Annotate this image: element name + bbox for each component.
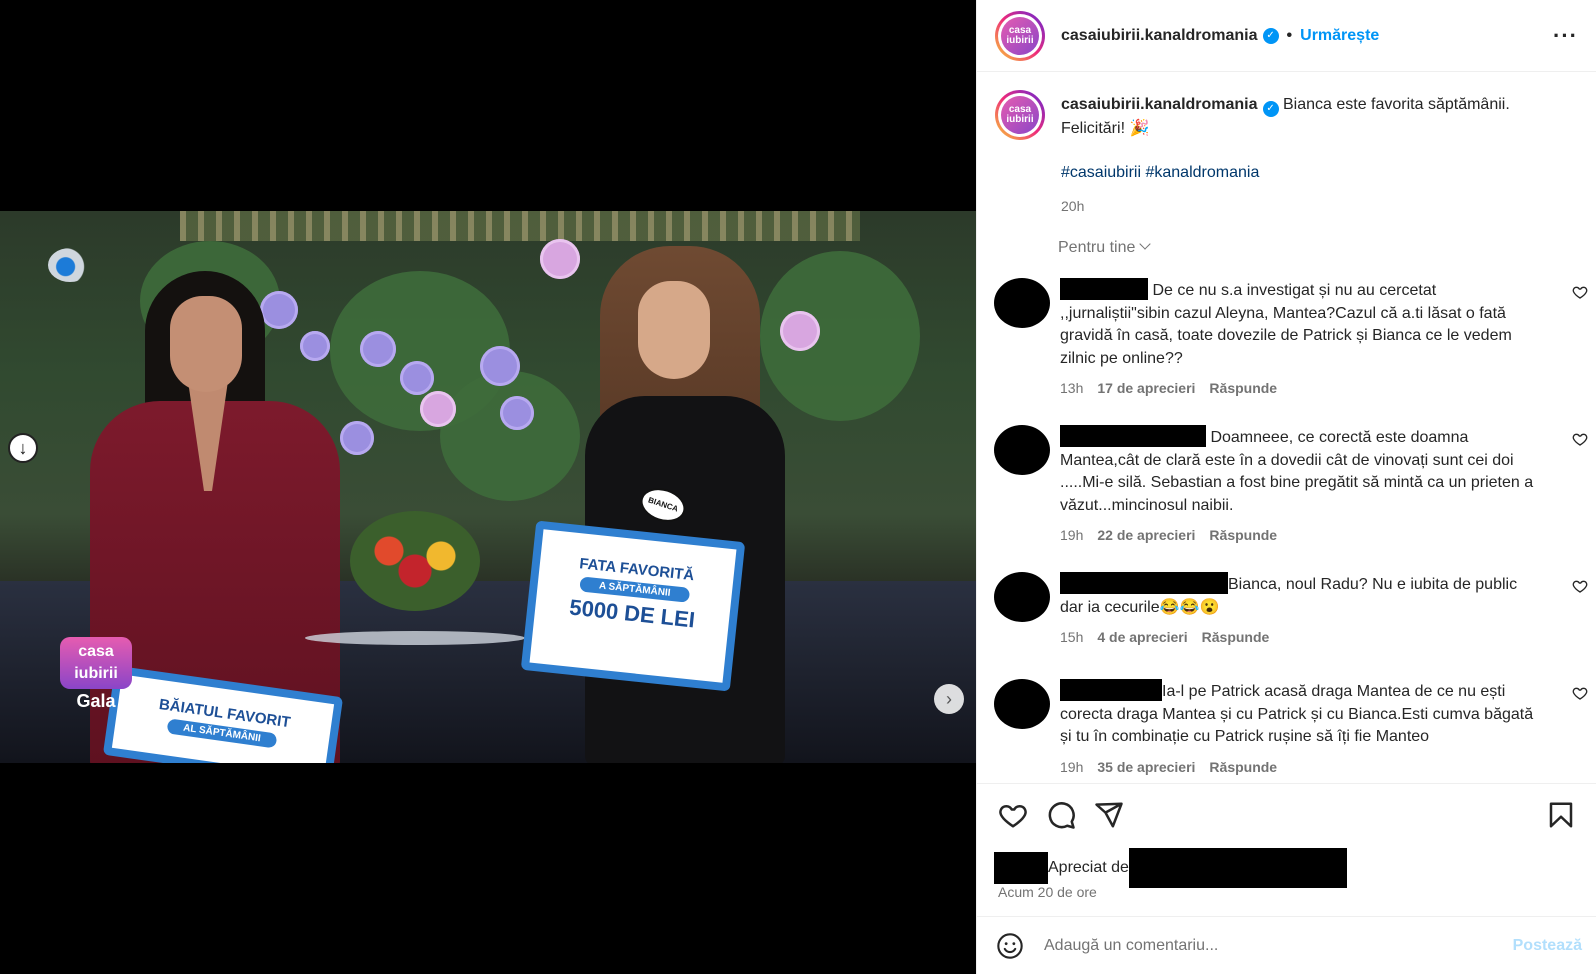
redacted-username xyxy=(1060,679,1162,701)
reply-button[interactable]: Răspunde xyxy=(1202,629,1270,645)
comment-likes[interactable]: 22 de aprecieri xyxy=(1097,527,1195,543)
redacted-avatar xyxy=(994,852,1048,884)
caption-hashtags[interactable]: #casaiubirii #kanaldromania xyxy=(1061,161,1585,184)
post-photo[interactable]: BIANCA FATA FAVORITĂ A SĂPTĂMÂNII 5000 D… xyxy=(0,211,976,763)
orchid xyxy=(420,391,456,427)
redacted-username xyxy=(1060,278,1148,300)
post-caption: casa iubirii casaiubirii.kanaldromania ✓ … xyxy=(995,90,1585,218)
account-username[interactable]: casaiubirii.kanaldromania xyxy=(1061,27,1258,45)
caption-avatar[interactable]: casa iubirii xyxy=(995,90,1045,140)
post-actions: Apreciat de Acum 20 de ore xyxy=(976,783,1596,903)
flower-bouquet xyxy=(350,511,480,611)
like-comment-icon[interactable] xyxy=(1572,578,1588,594)
stage-lights xyxy=(180,211,860,241)
comment-sort-dropdown[interactable]: Pentru tine xyxy=(1058,238,1152,257)
orchid xyxy=(500,396,534,430)
download-icon[interactable]: ↓ xyxy=(8,433,38,463)
comment-likes[interactable]: 4 de aprecieri xyxy=(1097,629,1187,645)
prize-sign-amount: 5000 DE LEI xyxy=(568,594,697,633)
caption-username[interactable]: casaiubirii.kanaldromania xyxy=(1061,96,1258,113)
reply-button[interactable]: Răspunde xyxy=(1209,527,1277,543)
verified-icon: ✓ xyxy=(1262,27,1279,44)
chevron-down-icon xyxy=(1139,238,1152,250)
comment-time[interactable]: 15h xyxy=(1060,629,1083,645)
comment-sort-label: Pentru tine xyxy=(1058,239,1136,256)
comment-time[interactable]: 19h xyxy=(1060,527,1083,543)
liked-by[interactable]: Apreciat de xyxy=(994,848,1347,888)
comment-avatar[interactable] xyxy=(994,572,1050,622)
post-comment-button[interactable]: Postează xyxy=(1513,937,1582,955)
orchid xyxy=(360,331,396,367)
comment-likes[interactable]: 35 de aprecieri xyxy=(1097,759,1195,775)
comment-avatar[interactable] xyxy=(994,278,1050,328)
like-comment-icon[interactable] xyxy=(1572,284,1588,300)
redacted-username xyxy=(1060,572,1228,594)
orchid xyxy=(400,361,434,395)
orchid xyxy=(340,421,374,455)
like-comment-icon[interactable] xyxy=(1572,431,1588,447)
post-header: casa iubirii casaiubirii.kanaldromania ✓… xyxy=(977,0,1596,72)
show-logo: casa iubirii Gala xyxy=(60,637,132,711)
account-avatar[interactable]: casa iubirii xyxy=(995,10,1045,61)
orchid xyxy=(480,346,520,386)
bookmark-icon[interactable] xyxy=(1546,800,1576,830)
share-icon[interactable] xyxy=(1094,800,1124,830)
post-media-area: BIANCA FATA FAVORITĂ A SĂPTĂMÂNII 5000 D… xyxy=(0,0,976,974)
emoji-icon[interactable] xyxy=(996,932,1024,960)
verified-icon: ✓ xyxy=(1262,101,1279,117)
add-comment-bar: Adaugă un comentariu... Postează xyxy=(976,916,1596,974)
post-age[interactable]: Acum 20 de ore xyxy=(998,884,1097,900)
glass-table xyxy=(305,631,525,645)
redacted-username xyxy=(1060,425,1206,447)
comment-item: Doamneee, ce corectă este doamna Mantea,… xyxy=(994,425,1594,543)
redacted-username xyxy=(1128,848,1347,888)
reply-button[interactable]: Răspunde xyxy=(1209,759,1277,775)
channel-logo-icon xyxy=(48,248,92,282)
post-timestamp[interactable]: 20h xyxy=(1061,195,1585,218)
like-comment-icon[interactable] xyxy=(1572,685,1588,701)
foliage xyxy=(440,371,580,501)
more-options-icon[interactable]: ··· xyxy=(1553,23,1578,49)
follow-button[interactable]: Urmărește xyxy=(1300,27,1379,45)
comment-icon[interactable] xyxy=(1046,800,1076,830)
reply-button[interactable]: Răspunde xyxy=(1209,380,1277,396)
comment-item: De ce nu s.a investigat și nu au cerceta… xyxy=(994,278,1594,396)
comment-time[interactable]: 13h xyxy=(1060,380,1083,396)
comment-item: Ia-l pe Patrick acasă draga Mantea de ce… xyxy=(994,679,1594,775)
comment-avatar[interactable] xyxy=(994,425,1050,475)
separator-dot: • xyxy=(1286,26,1293,44)
caption-text-2: Felicitări! 🎉 xyxy=(1061,120,1150,137)
comment-time[interactable]: 19h xyxy=(1060,759,1083,775)
heart-icon[interactable] xyxy=(998,800,1028,830)
comment-input[interactable]: Adaugă un comentariu... xyxy=(1044,937,1513,955)
caption-text: Bianca este favorita săptămânii. xyxy=(1282,96,1510,113)
liked-by-label: Apreciat de xyxy=(1048,859,1129,876)
next-slide-icon[interactable]: › xyxy=(934,684,964,714)
prize-sign: FATA FAVORITĂ A SĂPTĂMÂNII 5000 DE LEI xyxy=(520,520,746,692)
comment-likes[interactable]: 17 de aprecieri xyxy=(1097,380,1195,396)
comment-item: Bianca, noul Radu? Nu e iubita de public… xyxy=(994,572,1594,645)
comment-avatar[interactable] xyxy=(994,679,1050,729)
